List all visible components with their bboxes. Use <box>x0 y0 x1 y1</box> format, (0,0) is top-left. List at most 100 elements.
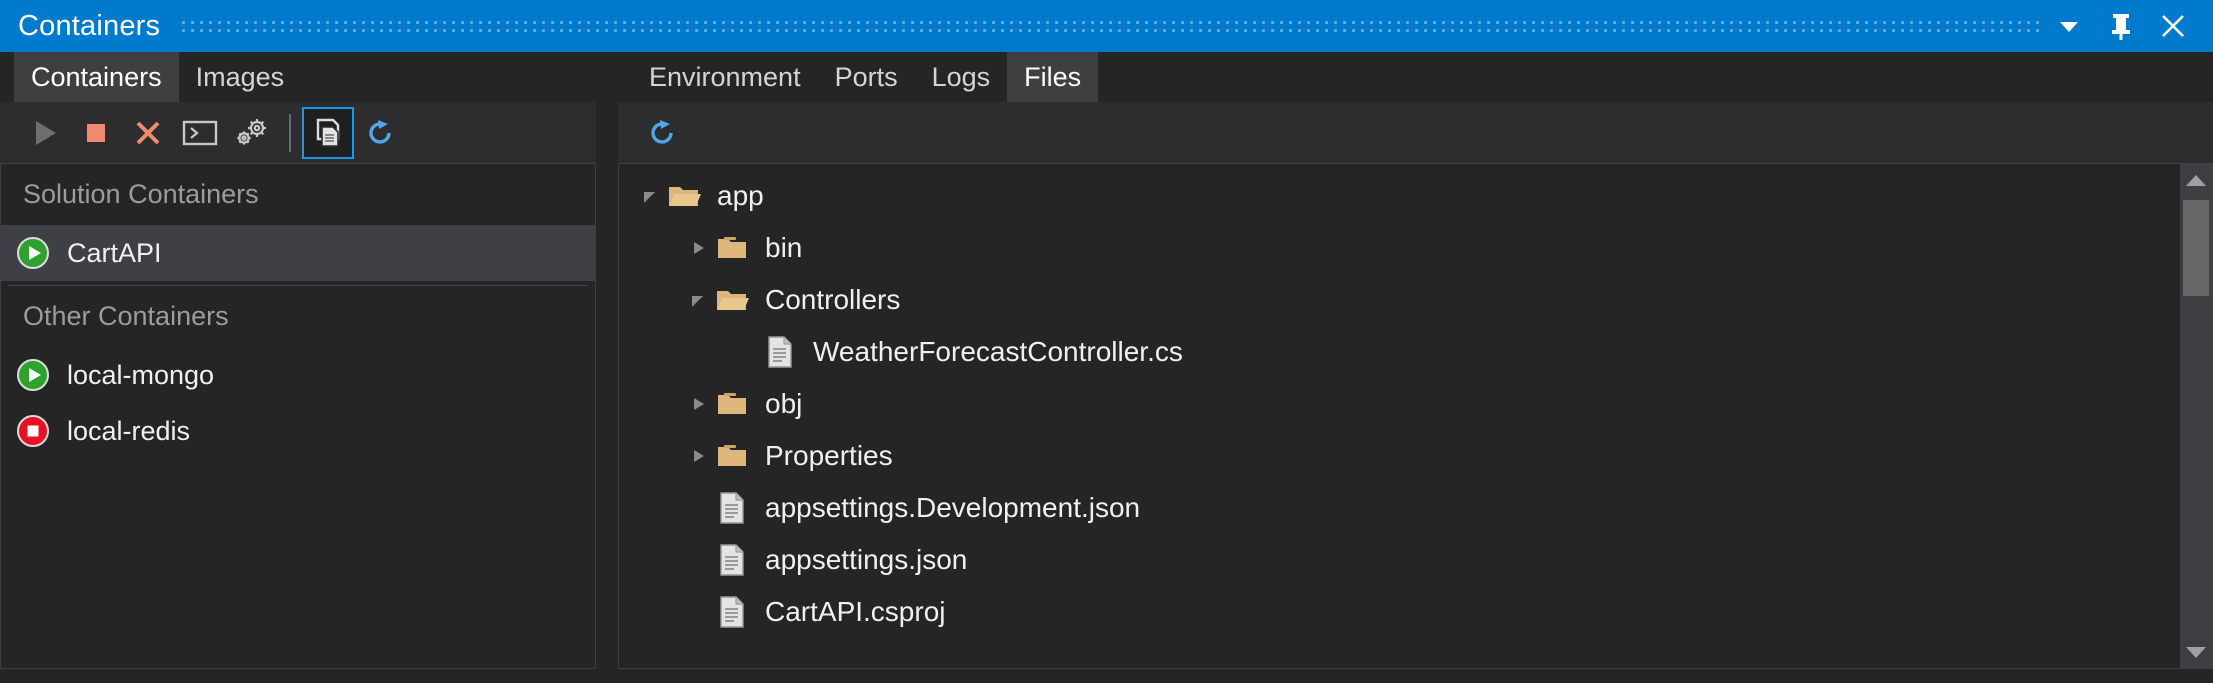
refresh-icon <box>651 119 673 144</box>
pin-icon <box>2112 14 2130 40</box>
play-circle-icon <box>17 237 49 269</box>
container-list[interactable]: Solution Containers CartAPI Other Contai… <box>0 164 596 669</box>
chevron-down-icon <box>2186 646 2206 658</box>
tool-window-title: Containers <box>18 9 161 42</box>
tab-environment[interactable]: Environment <box>632 52 818 102</box>
tab-logs[interactable]: Logs <box>915 52 1008 102</box>
tree-row-weatherforecastcontroller-cs[interactable]: WeatherForecastController.cs <box>619 326 2180 378</box>
tab-containers[interactable]: Containers <box>14 52 179 102</box>
auto-hide-pin-button[interactable] <box>2095 3 2147 49</box>
details-tabstrip: Environment Ports Logs Files <box>618 52 2213 102</box>
start-button[interactable] <box>18 107 70 159</box>
folder-closed-icon <box>718 445 746 466</box>
container-label: local-mongo <box>67 359 215 390</box>
expander-collapsed-icon[interactable] <box>681 430 715 482</box>
toolbar-separator <box>289 113 291 152</box>
tree-row-obj[interactable]: obj <box>619 378 2180 430</box>
chevron-collapsed-icon <box>694 242 704 254</box>
remove-button[interactable] <box>122 107 174 159</box>
chevron-expanded-icon <box>692 296 703 307</box>
tab-images-label: Images <box>195 61 285 92</box>
tree-row-appsettings-json[interactable]: appsettings.json <box>619 534 2180 586</box>
container-row-local-redis[interactable]: local-redis <box>1 403 595 459</box>
window-options-button[interactable] <box>2043 3 2095 49</box>
container-details-pane: Environment Ports Logs Files app bin Con… <box>618 52 2213 683</box>
stop-circle-icon <box>17 415 49 447</box>
tree-row-app[interactable]: app <box>619 170 2180 222</box>
refresh-button[interactable] <box>354 107 406 159</box>
tree-node-label: bin <box>765 232 803 263</box>
settings-button[interactable] <box>226 107 278 159</box>
tree-node-label: app <box>717 180 764 211</box>
tree-row-bin[interactable]: bin <box>619 222 2180 274</box>
gears-icon <box>237 118 266 145</box>
folder-open-icon <box>669 187 701 206</box>
file-tree[interactable]: app bin Controllers WeatherForecastContr… <box>619 164 2180 668</box>
tree-node-label: WeatherForecastController.cs <box>813 336 1183 367</box>
tree-node-label: Controllers <box>765 284 901 315</box>
containers-tool-window: Containers Containers Images Solution Co… <box>0 0 2213 683</box>
containers-toolbar <box>0 102 596 164</box>
tree-node-label: Properties <box>765 440 893 471</box>
scroll-up-button[interactable] <box>2180 164 2212 196</box>
tree-row-properties[interactable]: Properties <box>619 430 2180 482</box>
refresh-files-button[interactable] <box>636 107 688 159</box>
expander-collapsed-icon[interactable] <box>681 378 715 430</box>
view-files-button[interactable] <box>302 106 354 159</box>
expander-expanded-icon[interactable] <box>681 274 715 326</box>
tab-environment-label: Environment <box>649 61 801 92</box>
stop-square-icon <box>87 123 105 142</box>
close-icon <box>2162 15 2184 37</box>
tool-window-titlebar: Containers <box>0 0 2213 52</box>
tree-node-label: appsettings.json <box>765 544 968 575</box>
tab-logs-label: Logs <box>931 61 991 92</box>
terminal-button[interactable] <box>174 107 226 159</box>
tab-containers-label: Containers <box>31 61 162 92</box>
tree-node-label: obj <box>765 388 803 419</box>
documents-icon <box>316 118 340 147</box>
titlebar-drag-handle[interactable] <box>182 19 2043 37</box>
scrollbar-thumb[interactable] <box>2183 200 2209 296</box>
tab-files-label: Files <box>1024 61 1082 92</box>
tab-ports-label: Ports <box>834 61 898 92</box>
terminal-icon <box>182 120 218 145</box>
file-tree-container: app bin Controllers WeatherForecastContr… <box>618 164 2213 669</box>
file-icon <box>720 492 744 524</box>
container-row-local-mongo[interactable]: local-mongo <box>1 347 595 403</box>
tree-row-appsettings-development-json[interactable]: appsettings.Development.json <box>619 482 2180 534</box>
scroll-down-button[interactable] <box>2180 636 2212 668</box>
tab-images[interactable]: Images <box>179 52 302 102</box>
refresh-icon <box>369 119 391 144</box>
container-label: CartAPI <box>67 237 162 268</box>
tree-node-label: CartAPI.csproj <box>765 596 946 627</box>
pane-splitter[interactable] <box>596 52 618 683</box>
tree-row-controllers[interactable]: Controllers <box>619 274 2180 326</box>
scrollbar-track[interactable] <box>2180 196 2212 636</box>
folder-closed-icon <box>718 237 746 258</box>
container-row-cartapi[interactable]: CartAPI <box>1 225 595 281</box>
files-vertical-scrollbar[interactable] <box>2180 164 2212 668</box>
expander-expanded-icon[interactable] <box>633 170 667 222</box>
folder-open-icon <box>717 291 749 310</box>
containers-left-pane: Containers Images Solution Containers Ca… <box>0 52 596 683</box>
expander-collapsed-icon[interactable] <box>681 222 715 274</box>
tab-files[interactable]: Files <box>1007 52 1099 102</box>
chevron-expanded-icon <box>644 192 655 203</box>
tool-window-body: Containers Images Solution Containers Ca… <box>0 52 2213 683</box>
tree-node-label: appsettings.Development.json <box>765 492 1141 523</box>
play-circle-icon <box>17 359 49 391</box>
file-icon <box>720 544 744 576</box>
file-icon <box>768 336 792 368</box>
close-button[interactable] <box>2147 3 2199 49</box>
tree-row-cartapi-csproj[interactable]: CartAPI.csproj <box>619 586 2180 638</box>
chevron-collapsed-icon <box>694 450 704 462</box>
tab-ports[interactable]: Ports <box>818 52 915 102</box>
chevron-down-icon <box>2060 22 2078 32</box>
titlebar-button-group <box>2043 3 2213 49</box>
files-toolbar <box>618 102 2213 164</box>
file-icon <box>720 596 744 628</box>
play-icon <box>36 120 56 145</box>
stop-button[interactable] <box>70 107 122 159</box>
left-tabstrip: Containers Images <box>0 52 596 102</box>
group-header-solution-containers: Solution Containers <box>23 179 259 209</box>
